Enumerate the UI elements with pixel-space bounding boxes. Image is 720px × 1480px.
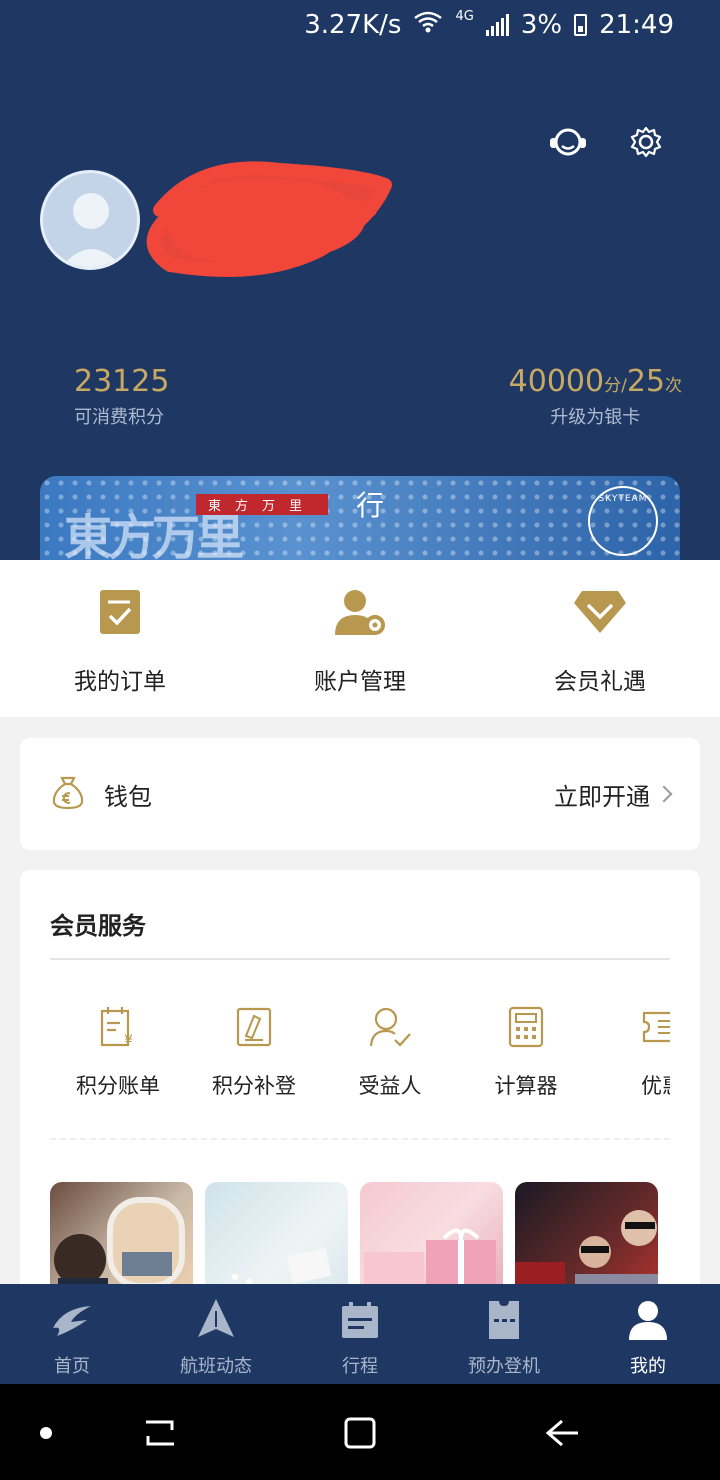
my-orders-button[interactable]: 我的订单 — [0, 560, 240, 717]
service-label: 计算器 — [494, 1074, 558, 1098]
promo-card-travel[interactable] — [50, 1182, 193, 1300]
itinerary-icon — [288, 1296, 432, 1344]
tab-label: 首页 — [54, 1356, 90, 1377]
chevron-right-icon — [655, 785, 673, 803]
tab-label: 我的 — [630, 1356, 666, 1377]
banner-script: 行 — [356, 489, 385, 522]
upgrade-label: 升级为银卡 — [550, 407, 641, 428]
wallet-row[interactable]: 钱包 立即开通 — [20, 738, 700, 850]
member-benefits-button[interactable]: 会员礼遇 — [480, 560, 720, 717]
tab-flight-status[interactable]: 航班动态 — [144, 1284, 288, 1384]
points-label: 可消费积分 — [74, 407, 164, 428]
service-label: 积分补登 — [212, 1074, 296, 1098]
back-icon[interactable] — [542, 1416, 582, 1450]
skyteam-logo: SKYTEAM — [588, 486, 658, 556]
tab-me[interactable]: 我的 — [576, 1284, 720, 1384]
activate-wallet-link[interactable]: 立即开通 — [554, 777, 673, 812]
profile-icon — [576, 1296, 720, 1344]
wifi-icon — [413, 10, 443, 40]
upgrade-points: 40000 — [508, 364, 605, 399]
banner-tag: 東方万里 — [196, 494, 329, 515]
gear-icon[interactable] — [626, 122, 666, 162]
service-label: 积分账单 — [76, 1074, 160, 1098]
tab-itinerary[interactable]: 行程 — [288, 1284, 432, 1384]
promo-card-gifts[interactable] — [360, 1182, 503, 1300]
clock: 21:49 — [599, 10, 674, 40]
service-calculator[interactable]: 计算器 — [458, 1002, 594, 1100]
services-title: 会员服务 — [50, 912, 146, 940]
points-value: 23125 — [74, 364, 170, 399]
calculator-icon — [458, 1002, 594, 1052]
network-type: 4G — [455, 8, 474, 24]
beneficiary-icon — [322, 1002, 458, 1052]
promo-card-gift-box[interactable] — [205, 1182, 348, 1300]
service-points-bill[interactable]: ¥ 积分账单 — [50, 1002, 186, 1100]
upgrade-times-unit: 次 — [665, 376, 682, 396]
service-label: 优惠 — [641, 1074, 670, 1098]
membership-card-banner[interactable]: 東方万里 東方万里 行 SKYTEAM — [40, 476, 680, 560]
coupon-icon — [594, 1002, 670, 1052]
money-bag-icon — [50, 774, 86, 814]
recent-apps-icon[interactable] — [140, 1416, 180, 1450]
upgrade-times: 25 — [626, 364, 665, 399]
member-services-card: 会员服务 ¥ 积分账单 积分补登 受益人 计算器 优 — [20, 870, 700, 1300]
tab-label: 航班动态 — [180, 1356, 252, 1377]
promo-card-cinema[interactable] — [515, 1182, 658, 1300]
diamond-icon — [480, 584, 720, 640]
status-bar: 3.27K/s 4G 3% 21:49 — [0, 0, 720, 50]
points-bill-icon: ¥ — [50, 1002, 186, 1052]
wallet-label: 钱包 — [104, 782, 152, 811]
available-points[interactable]: 23125 可消费积分 — [74, 364, 169, 429]
service-coupon[interactable]: 优惠 — [594, 1002, 670, 1100]
service-points-claim[interactable]: 积分补登 — [186, 1002, 322, 1100]
account-management-button[interactable]: 账户管理 — [240, 560, 480, 717]
plane-icon — [144, 1296, 288, 1344]
upgrade-progress[interactable]: 40000分/25次 升级为银卡 — [509, 364, 682, 429]
avatar[interactable] — [40, 170, 140, 270]
airline-logo-icon — [0, 1296, 144, 1344]
account-management-label: 账户管理 — [314, 669, 406, 695]
activate-wallet-label: 立即开通 — [554, 782, 650, 811]
services-row[interactable]: ¥ 积分账单 积分补登 受益人 计算器 优惠 — [50, 1002, 670, 1112]
bottom-tab-bar: 首页 航班动态 行程 预办登机 我的 — [0, 1284, 720, 1384]
order-icon — [0, 584, 240, 640]
quick-actions: 我的订单 账户管理 会员礼遇 — [0, 560, 720, 717]
tab-online-check-in[interactable]: 预办登机 — [432, 1284, 576, 1384]
battery-icon — [574, 14, 588, 36]
network-speed: 3.27K/s — [304, 10, 402, 40]
svg-text:¥: ¥ — [124, 1033, 133, 1049]
service-beneficiary[interactable]: 受益人 — [322, 1002, 458, 1100]
tab-label: 预办登机 — [468, 1356, 540, 1377]
tab-label: 行程 — [342, 1356, 378, 1377]
services-dashed-divider — [50, 1138, 670, 1140]
customer-service-icon[interactable] — [548, 122, 588, 162]
username-redaction — [140, 150, 395, 280]
account-settings-icon — [240, 584, 480, 640]
home-button-icon[interactable] — [340, 1416, 380, 1450]
services-divider — [50, 958, 670, 960]
profile-header: 3.27K/s 4G 3% 21:49 23125 可消费积分 40000分/2… — [0, 0, 720, 560]
dot-icon[interactable] — [38, 1416, 54, 1450]
boarding-pass-icon — [432, 1296, 576, 1344]
system-navigation-bar — [0, 1384, 720, 1480]
battery-percent: 3% — [520, 10, 563, 40]
tab-home[interactable]: 首页 — [0, 1284, 144, 1384]
member-benefits-label: 会员礼遇 — [554, 669, 646, 695]
promo-thumbnails — [50, 1182, 670, 1300]
my-orders-label: 我的订单 — [74, 669, 166, 695]
upgrade-points-unit: 分/ — [604, 376, 627, 396]
service-label: 受益人 — [358, 1074, 422, 1098]
points-claim-icon — [186, 1002, 322, 1052]
signal-icon — [485, 14, 509, 36]
